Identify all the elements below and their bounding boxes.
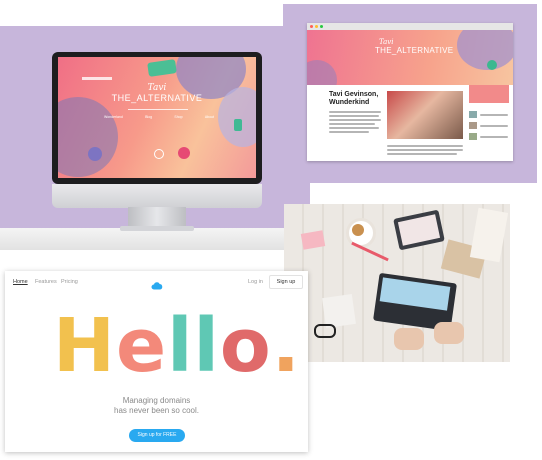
- nav-features[interactable]: Features: [35, 279, 57, 285]
- decor-blob: [457, 30, 513, 70]
- text-line: [329, 119, 381, 121]
- imac-screen: Tavi THE_ALTERNATIVE Wonderland Blog Sho…: [58, 57, 256, 178]
- minimize-dot-icon[interactable]: [315, 25, 318, 28]
- imac-chin: [52, 184, 262, 208]
- nav-login[interactable]: Log in: [248, 279, 263, 285]
- decor-blob: [147, 59, 177, 77]
- text-line: [329, 127, 379, 129]
- text-line: [329, 111, 381, 113]
- desk-photo: [284, 204, 510, 362]
- divider: [128, 109, 188, 110]
- article-photo: [387, 91, 463, 139]
- headline-letter: o: [219, 303, 272, 389]
- sidebar-banner[interactable]: [469, 85, 509, 103]
- decor-blob: [178, 147, 190, 159]
- imac-nav-item[interactable]: Shop: [174, 115, 182, 119]
- sidebar-thumb[interactable]: [469, 133, 477, 140]
- hand: [394, 328, 424, 350]
- close-dot-icon[interactable]: [310, 25, 313, 28]
- cta-signup-button[interactable]: Sign up for FREE: [129, 429, 185, 442]
- decor-blob: [487, 60, 497, 70]
- cloud-icon[interactable]: [151, 277, 163, 295]
- article-title-line: Tavi Gevinson,: [329, 91, 379, 98]
- article-title: Tavi Gevinson, Wunderkind: [329, 91, 378, 107]
- text-line: [480, 136, 508, 138]
- sidebar-thumb[interactable]: [469, 122, 477, 129]
- text-line: [480, 125, 508, 127]
- browser-script-word: Tavi: [379, 38, 394, 46]
- headline-letter: l: [167, 303, 194, 389]
- signup-nav-button[interactable]: Sign up: [269, 275, 303, 289]
- hello-headline: Hello.: [53, 309, 301, 383]
- text-line: [329, 115, 379, 117]
- decor-blob: [307, 60, 337, 85]
- imac-nav-item[interactable]: Blog: [145, 115, 152, 119]
- imac-foot: [120, 226, 194, 231]
- nav-pricing[interactable]: Pricing: [61, 279, 78, 285]
- desk-surface: [0, 228, 310, 250]
- article-title-line: Wunderkind: [329, 99, 370, 107]
- decor-blob: [234, 119, 242, 131]
- tagline: Managing domains has never been so cool.: [5, 396, 308, 416]
- headline-letter: H: [53, 303, 116, 389]
- coffee: [352, 224, 364, 236]
- sidebar-thumb[interactable]: [469, 111, 477, 118]
- nav-home[interactable]: Home: [13, 279, 28, 285]
- text-line: [480, 114, 508, 116]
- browser-brand-title: THE_ALTERNATIVE: [375, 46, 454, 55]
- scroll-down-icon[interactable]: [154, 149, 164, 159]
- headline-letter: l: [193, 303, 220, 389]
- text-line: [329, 131, 369, 133]
- text-line: [329, 123, 375, 125]
- landing-page: Home Features Pricing Log in Sign up Hel…: [5, 271, 308, 452]
- hand: [434, 322, 464, 344]
- decor-blob: [88, 147, 102, 161]
- browser-window: Tavi THE_ALTERNATIVE Tavi Gevinson, Wund…: [307, 23, 513, 161]
- browser-hero: Tavi THE_ALTERNATIVE: [307, 30, 513, 85]
- tagline-line: Managing domains: [122, 396, 191, 405]
- text-line: [387, 149, 463, 151]
- imac-nav-item[interactable]: Wonderland: [104, 115, 123, 119]
- headline-letter: .: [271, 303, 301, 389]
- paper-card: [322, 294, 356, 328]
- imac-nav-item[interactable]: About: [205, 115, 214, 119]
- browser-chrome: [307, 23, 513, 30]
- decor-blob: [58, 97, 118, 177]
- imac-brand-title: THE_ALTERNATIVE: [111, 93, 203, 103]
- glasses: [314, 324, 336, 338]
- text-line: [387, 153, 457, 155]
- site-header-bar: [82, 77, 112, 80]
- imac-script-word: Tavi: [147, 83, 167, 93]
- text-line: [387, 145, 463, 147]
- maximize-dot-icon[interactable]: [320, 25, 323, 28]
- tagline-line: has never been so cool.: [114, 406, 199, 415]
- headline-letter: e: [115, 303, 168, 389]
- imac-nav: Wonderland Blog Shop About: [104, 115, 214, 119]
